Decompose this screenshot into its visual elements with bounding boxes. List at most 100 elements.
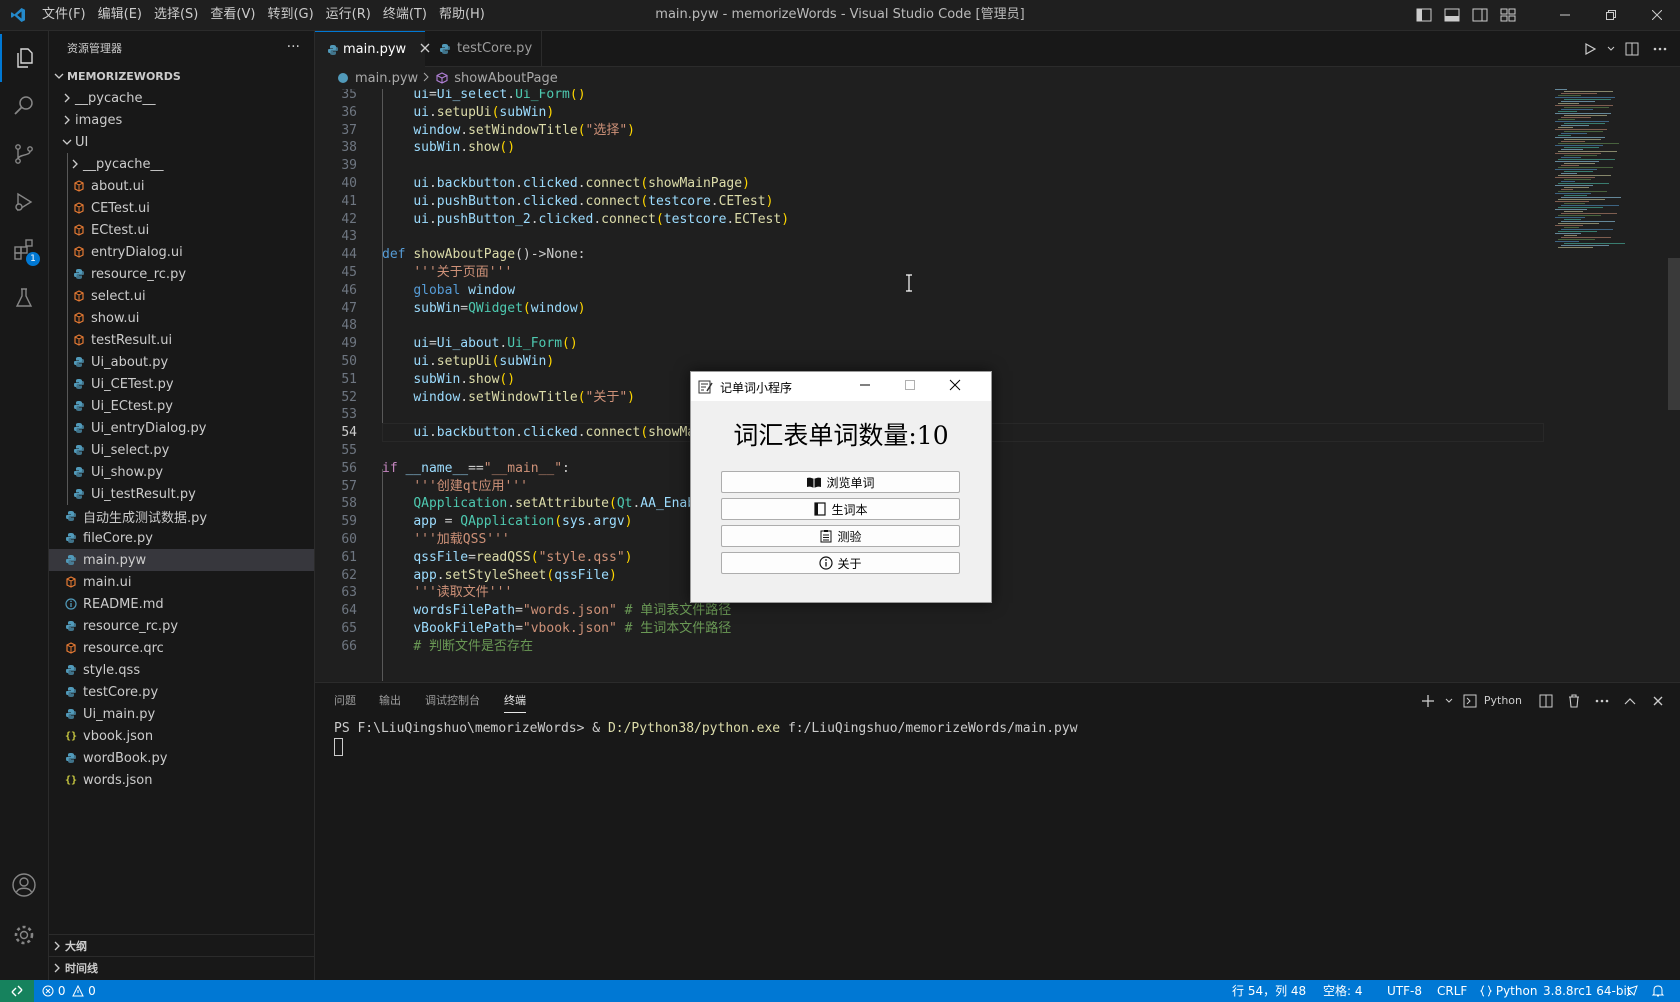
- testing-icon[interactable]: [0, 274, 48, 322]
- python-interpreter[interactable]: 3.8.8rc1 64-bit: [1543, 980, 1632, 1002]
- encoding[interactable]: UTF-8: [1387, 980, 1422, 1002]
- file-item[interactable]: testResult.ui: [49, 329, 314, 351]
- about-button[interactable]: 关于: [721, 552, 960, 574]
- search-icon[interactable]: [0, 82, 48, 130]
- file-item[interactable]: resource_rc.py: [49, 263, 314, 285]
- manage-gear-icon[interactable]: [0, 911, 48, 959]
- folder-item[interactable]: __pycache__: [49, 153, 314, 175]
- minimap[interactable]: [1555, 89, 1665, 681]
- split-terminal-icon[interactable]: [1532, 686, 1560, 716]
- file-item[interactable]: README.md: [49, 593, 314, 615]
- tab-debug-console[interactable]: 调试控制台: [425, 692, 480, 708]
- indentation[interactable]: 空格: 4: [1323, 980, 1363, 1002]
- folder-item[interactable]: __pycache__: [49, 87, 314, 109]
- file-item[interactable]: style.qss: [49, 659, 314, 681]
- menu-view[interactable]: 查看(V): [204, 0, 261, 30]
- tab-main-pyw[interactable]: main.pyw: [315, 31, 430, 67]
- terminal-dropdown-chevron-icon[interactable]: [1442, 686, 1456, 716]
- more-actions-icon[interactable]: [1588, 686, 1616, 716]
- file-item[interactable]: Ui_select.py: [49, 439, 314, 461]
- terminal-command-line[interactable]: PS F:\LiuQingshuo\memorizeWords> & D:/Py…: [334, 719, 1078, 738]
- feedback-icon[interactable]: [1625, 980, 1639, 1002]
- folder-item[interactable]: UI: [49, 131, 314, 153]
- accounts-icon[interactable]: [0, 861, 48, 909]
- explorer-icon[interactable]: [0, 34, 50, 82]
- terminal-shell-label[interactable]: Python: [1484, 694, 1522, 707]
- line-endings[interactable]: CRLF: [1437, 980, 1467, 1002]
- folder-item[interactable]: images: [49, 109, 314, 131]
- file-item[interactable]: Ui_show.py: [49, 461, 314, 483]
- tab-testcore-py[interactable]: testCore.py: [425, 31, 542, 66]
- file-item[interactable]: entryDialog.ui: [49, 241, 314, 263]
- code-editor[interactable]: 35 ui=Ui_select.Ui_Form() 36 ui.setupUi(s…: [315, 89, 1680, 681]
- file-item[interactable]: Ui_entryDialog.py: [49, 417, 314, 439]
- file-item[interactable]: Ui_main.py: [49, 703, 314, 725]
- file-item[interactable]: Ui_about.py: [49, 351, 314, 373]
- vocabulary-book-button[interactable]: 生词本: [721, 498, 960, 520]
- breadcrumb-symbol[interactable]: showAboutPage: [454, 71, 558, 86]
- menu-run[interactable]: 运行(R): [320, 0, 377, 30]
- toggle-panel-icon[interactable]: [1438, 0, 1466, 30]
- new-terminal-plus-icon[interactable]: [1414, 686, 1442, 716]
- more-actions-icon[interactable]: ···: [287, 39, 300, 55]
- file-item[interactable]: 自动生成测试数据.py: [49, 505, 314, 527]
- toggle-primary-sidebar-icon[interactable]: [1410, 0, 1438, 30]
- close-window-icon[interactable]: [1634, 0, 1680, 30]
- run-file-icon[interactable]: [1576, 34, 1604, 64]
- cursor-position[interactable]: 行 54，列 48: [1232, 980, 1306, 1002]
- dialog-maximize-icon[interactable]: [904, 378, 916, 395]
- split-editor-icon[interactable]: [1618, 34, 1646, 64]
- dialog-close-icon[interactable]: [949, 378, 961, 395]
- toggle-secondary-sidebar-icon[interactable]: [1466, 0, 1494, 30]
- file-item[interactable]: main.pyw: [49, 549, 314, 571]
- problems-indicator[interactable]: 0 0: [42, 980, 96, 1002]
- file-item[interactable]: ECtest.ui: [49, 219, 314, 241]
- file-item[interactable]: select.ui: [49, 285, 314, 307]
- minimize-icon[interactable]: [1542, 0, 1588, 30]
- workspace-root[interactable]: MEMORIZEWORDS: [49, 65, 314, 87]
- quiz-button[interactable]: 测验: [721, 525, 960, 547]
- file-item[interactable]: {} vbook.json: [49, 725, 314, 747]
- tab-problems[interactable]: 问题: [334, 692, 356, 708]
- more-actions-icon[interactable]: [1646, 34, 1674, 64]
- remote-indicator-icon[interactable]: [0, 980, 34, 1002]
- breadcrumb-file[interactable]: main.pyw: [355, 71, 418, 86]
- file-item[interactable]: Ui_ECtest.py: [49, 395, 314, 417]
- menu-edit[interactable]: 编辑(E): [92, 0, 148, 30]
- close-panel-icon[interactable]: [1644, 686, 1672, 716]
- restore-icon[interactable]: [1588, 0, 1634, 30]
- run-debug-icon[interactable]: [0, 178, 48, 226]
- file-item[interactable]: testCore.py: [49, 681, 314, 703]
- maximize-panel-chevron-up-icon[interactable]: [1616, 686, 1644, 716]
- notifications-bell-icon[interactable]: [1651, 980, 1665, 1002]
- tab-terminal[interactable]: 终端: [504, 692, 526, 713]
- editor-scrollbar[interactable]: [1668, 258, 1680, 410]
- file-item[interactable]: fileCore.py: [49, 527, 314, 549]
- menu-selection[interactable]: 选择(S): [148, 0, 204, 30]
- menu-terminal[interactable]: 终端(T): [377, 0, 433, 30]
- file-item[interactable]: {} words.json: [49, 769, 314, 791]
- menu-help[interactable]: 帮助(H): [433, 0, 491, 30]
- browse-words-button[interactable]: 浏览单词: [721, 471, 960, 493]
- dialog-minimize-icon[interactable]: [859, 378, 871, 395]
- file-item[interactable]: resource_rc.py: [49, 615, 314, 637]
- kill-terminal-trash-icon[interactable]: [1560, 686, 1588, 716]
- file-item[interactable]: show.ui: [49, 307, 314, 329]
- extensions-icon[interactable]: 1: [0, 226, 48, 274]
- file-item[interactable]: Ui_testResult.py: [49, 483, 314, 505]
- file-item[interactable]: about.ui: [49, 175, 314, 197]
- file-item[interactable]: CETest.ui: [49, 197, 314, 219]
- tab-output[interactable]: 输出: [379, 692, 401, 708]
- timeline-section[interactable]: 时间线: [49, 956, 314, 979]
- file-item[interactable]: wordBook.py: [49, 747, 314, 769]
- file-item[interactable]: Ui_CETest.py: [49, 373, 314, 395]
- menu-file[interactable]: 文件(F): [36, 0, 92, 30]
- file-item[interactable]: main.ui: [49, 571, 314, 593]
- customize-layout-icon[interactable]: [1494, 0, 1522, 30]
- outline-section[interactable]: 大纲: [49, 934, 314, 957]
- menu-go[interactable]: 转到(G): [261, 0, 319, 30]
- file-item[interactable]: resource.qrc: [49, 637, 314, 659]
- run-dropdown-chevron-icon[interactable]: [1604, 34, 1618, 64]
- source-control-icon[interactable]: [0, 130, 48, 178]
- language-mode[interactable]: Python: [1479, 980, 1537, 1002]
